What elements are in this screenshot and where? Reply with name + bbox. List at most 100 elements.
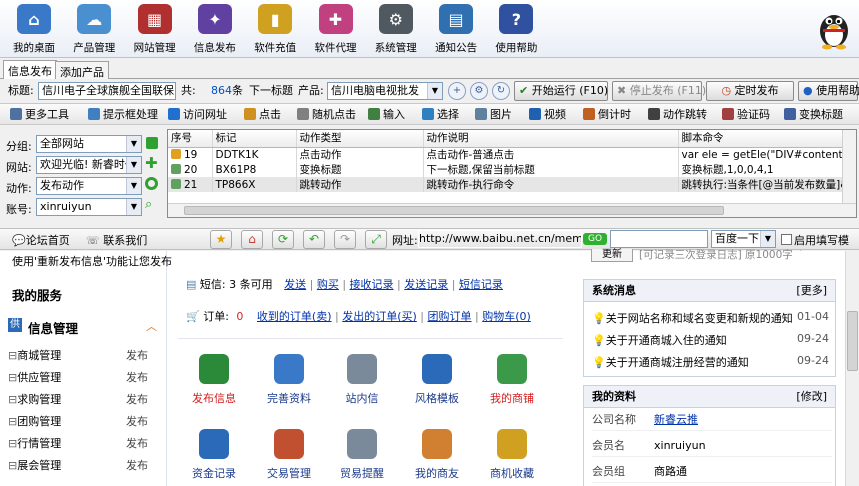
publish-link[interactable]: 发布: [126, 413, 148, 429]
sms-link[interactable]: 接收记录: [350, 278, 394, 291]
tool-image[interactable]: 图片: [475, 107, 512, 123]
table-row[interactable]: 21 TP866X 跳转动作 跳转动作-执行命令 跳转执行:当条件[@当前发布数量]&: [168, 177, 844, 192]
publish-link[interactable]: 发布: [126, 347, 148, 363]
quick-link-publish-info[interactable]: 发布信息: [183, 354, 245, 406]
search-input[interactable]: [610, 230, 708, 248]
publish-link[interactable]: 发布: [126, 457, 148, 473]
more-link[interactable]: [更多]: [796, 280, 827, 302]
next-title-link[interactable]: 下一标题: [249, 83, 293, 99]
order-link[interactable]: 收到的订单(卖): [257, 310, 332, 323]
tool-ie[interactable]: 访问网址: [168, 107, 227, 123]
table-row[interactable]: 20 BX61P8 变换标题 下一标题,保留当前标题 变换标题,1,0,0,4,1: [168, 162, 844, 177]
publish-link[interactable]: 发布: [126, 391, 148, 407]
help-button[interactable]: ● 使用帮助: [798, 81, 859, 101]
account-select[interactable]: xinruiyun ▼: [36, 198, 142, 216]
toolbar-button-home[interactable]: ⌂ 我的桌面: [4, 2, 64, 56]
go-button[interactable]: GO: [583, 233, 607, 245]
back-icon[interactable]: ↶: [303, 230, 325, 249]
stop-publish-button[interactable]: ✖ 停止发布 (F11): [612, 81, 706, 101]
toolbar-button-gift[interactable]: ✚ 软件代理: [306, 2, 366, 56]
refresh-icon[interactable]: ↻: [492, 82, 510, 100]
sms-link[interactable]: 短信记录: [459, 278, 503, 291]
page-vertical-scrollbar[interactable]: [845, 251, 859, 486]
order-link[interactable]: 购物车(0): [482, 310, 531, 323]
tool-captcha[interactable]: 验证码: [722, 107, 770, 123]
quick-link-friends[interactable]: 我的商友: [406, 429, 468, 481]
forward-icon[interactable]: ↷: [334, 230, 356, 249]
toolbar-button-help[interactable]: ? 使用帮助: [486, 2, 546, 56]
url-input[interactable]: http://www.baibu.net.cn/membe: [418, 230, 582, 248]
toolbar-button-notebook[interactable]: ▤ 通知公告: [426, 2, 486, 56]
tab-add-product[interactable]: 添加产品: [55, 61, 109, 79]
settings-icon[interactable]: ⚙: [470, 82, 488, 100]
sidebar-item[interactable]: ⊟行情管理 发布: [8, 435, 148, 451]
publish-link[interactable]: 发布: [126, 435, 148, 451]
order-link[interactable]: 团购订单: [428, 310, 472, 323]
scrollbar-thumb[interactable]: [847, 311, 858, 371]
contact-us-link[interactable]: ☏ 联系我们: [86, 232, 147, 248]
timer-publish-button[interactable]: ◷ 定时发布: [706, 81, 794, 101]
product-select[interactable]: 信川电脑电视批发 ▼: [327, 82, 443, 100]
quick-link-mail[interactable]: 站内信: [331, 354, 393, 406]
sidebar-item[interactable]: ⊟求购管理 发布: [8, 391, 148, 407]
title-input[interactable]: 信川电子全球旗舰全国联保: [38, 82, 176, 100]
grid-header[interactable]: 动作说明: [423, 130, 679, 148]
group-select[interactable]: 全部网站 ▼: [36, 135, 142, 153]
quick-link-money-record[interactable]: 资金记录: [183, 429, 245, 481]
sidebar-item[interactable]: ⊟供应管理 发布: [8, 369, 148, 385]
fill-mode-checkbox[interactable]: [781, 234, 792, 245]
favorite-icon[interactable]: ★: [210, 230, 232, 249]
fullscreen-icon[interactable]: ⤢: [365, 230, 387, 249]
action-select[interactable]: 发布动作 ▼: [36, 177, 142, 195]
tool-keyboard[interactable]: 输入: [368, 107, 405, 123]
search-icon[interactable]: ⌕: [145, 197, 152, 212]
toolbar-button-magic-wand[interactable]: ✦ 信息发布: [185, 2, 245, 56]
qq-penguin-icon[interactable]: [815, 6, 853, 50]
order-link[interactable]: 发出的订单(买): [342, 310, 417, 323]
edit-link[interactable]: [修改]: [796, 386, 827, 408]
quick-link-trade[interactable]: 交易管理: [258, 429, 320, 481]
tool-checkbox[interactable]: 选择: [422, 107, 459, 123]
tool-pointer[interactable]: 点击: [244, 107, 281, 123]
toolbar-button-building[interactable]: ▦ 网站管理: [125, 2, 185, 56]
info-mgmt-heading[interactable]: 信息管理: [28, 318, 78, 337]
tool-dialog[interactable]: 提示框处理: [88, 107, 158, 123]
sms-link[interactable]: 发送: [284, 278, 306, 291]
toolbar-button-cloud[interactable]: ☁ 产品管理: [64, 2, 124, 56]
sms-link[interactable]: 购买: [317, 278, 339, 291]
tool-transform[interactable]: 变换标题: [784, 107, 843, 123]
refresh-icon[interactable]: ⟳: [272, 230, 294, 249]
forum-home-link[interactable]: 💬论坛首页: [12, 232, 70, 248]
company-value[interactable]: 新睿云推: [654, 413, 698, 426]
tool-random-click[interactable]: 随机点击: [297, 107, 356, 123]
update-button[interactable]: 更新: [591, 249, 633, 262]
grid-vertical-scrollbar[interactable]: [842, 130, 856, 203]
tool-clock[interactable]: 倒计时: [583, 107, 631, 123]
home-icon[interactable]: ⌂: [241, 230, 263, 249]
site-select[interactable]: 欢迎光临! 新睿时代 ▼: [36, 156, 142, 174]
quick-link-template[interactable]: 风格模板: [406, 354, 468, 406]
scrollbar-thumb[interactable]: [184, 206, 724, 215]
grid-header[interactable]: 序号: [168, 130, 213, 148]
grid-horizontal-scrollbar[interactable]: [168, 203, 856, 217]
publish-link[interactable]: 发布: [126, 369, 148, 385]
add-product-icon[interactable]: +: [448, 82, 466, 100]
search-engine-select[interactable]: 百度一下 ▼: [711, 230, 776, 248]
news-item[interactable]: 💡关于开通商城注册经营的通知 09-24: [592, 354, 829, 370]
grid-header[interactable]: 标记: [212, 130, 297, 148]
tool-jump[interactable]: 动作跳转: [648, 107, 707, 123]
table-row[interactable]: 19 DDTK1K 点击动作 点击动作-普通点击 var ele = getEle("D…: [168, 147, 844, 162]
toolbar-button-gear[interactable]: ⚙ 系统管理: [366, 2, 426, 56]
grid-header[interactable]: 动作类型: [296, 130, 424, 148]
grid-header[interactable]: 脚本命令: [678, 130, 844, 148]
sidebar-item[interactable]: ⊟展会管理 发布: [8, 457, 148, 473]
sidebar-item[interactable]: ⊟团购管理 发布: [8, 413, 148, 429]
settings-gear-icon[interactable]: [145, 177, 158, 190]
sms-link[interactable]: 发送记录: [404, 278, 448, 291]
news-item[interactable]: 💡关于网站名称和域名变更和新规的通知 01-04: [592, 310, 829, 326]
quick-link-favorites[interactable]: 商机收藏: [481, 429, 543, 481]
start-run-button[interactable]: ✔ 开始运行 (F10): [514, 81, 608, 101]
add-site-icon[interactable]: ✚: [145, 155, 158, 171]
news-item[interactable]: 💡关于开通商城入住的通知 09-24: [592, 332, 829, 348]
quick-link-reminder[interactable]: 贸易提醒: [331, 429, 393, 481]
